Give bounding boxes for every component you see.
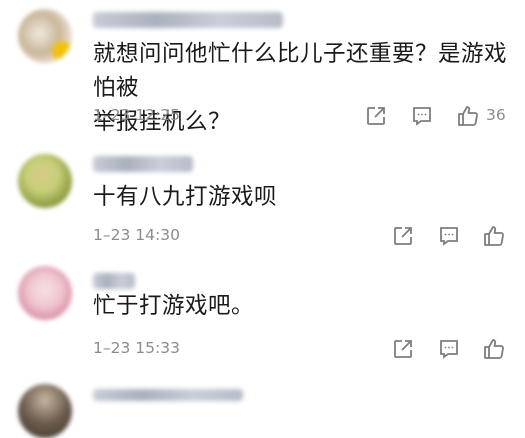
comment-item: ··· 就想问问他忙什么比儿子还重要？是游戏怕被 举报挂机么？ 1–23 12:… xyxy=(0,0,525,140)
comment-text: 忙于打游戏吧。 xyxy=(93,293,255,319)
avatar[interactable] xyxy=(18,266,72,320)
avatar[interactable] xyxy=(18,154,72,208)
avatar[interactable] xyxy=(18,384,72,438)
comment-icon[interactable] xyxy=(437,224,461,248)
username[interactable]: ··· xyxy=(93,389,243,401)
share-icon[interactable] xyxy=(391,224,415,248)
comment-icon[interactable] xyxy=(410,104,434,128)
timestamp: 1–23 14:30 xyxy=(93,226,180,244)
timestamp: 1–23 12:25 xyxy=(93,106,180,124)
comment-text: 十有八九打游戏呗 xyxy=(93,184,278,210)
avatar[interactable] xyxy=(18,9,72,63)
comment-item: ··· 十有八九打游戏呗 1–23 14:30 xyxy=(0,140,525,260)
thumbs-up-icon[interactable] xyxy=(456,104,480,128)
username[interactable]: ··· xyxy=(93,12,283,28)
like-count: 36 xyxy=(486,106,506,124)
username[interactable]: ··· xyxy=(93,273,135,289)
username[interactable]: ··· xyxy=(93,156,193,172)
thumbs-up-icon[interactable] xyxy=(482,224,506,248)
timestamp: 1–23 15:33 xyxy=(93,339,180,357)
share-icon[interactable] xyxy=(391,337,415,361)
comment-text-line: 就想问问他忙什么比儿子还重要？是游戏怕被 xyxy=(93,41,508,101)
comment-item: ··· xyxy=(0,380,525,438)
comment-item: ··· 忙于打游戏吧。 1–23 15:33 xyxy=(0,260,525,380)
share-icon[interactable] xyxy=(364,104,388,128)
thumbs-up-icon[interactable] xyxy=(482,337,506,361)
comment-icon[interactable] xyxy=(437,337,461,361)
